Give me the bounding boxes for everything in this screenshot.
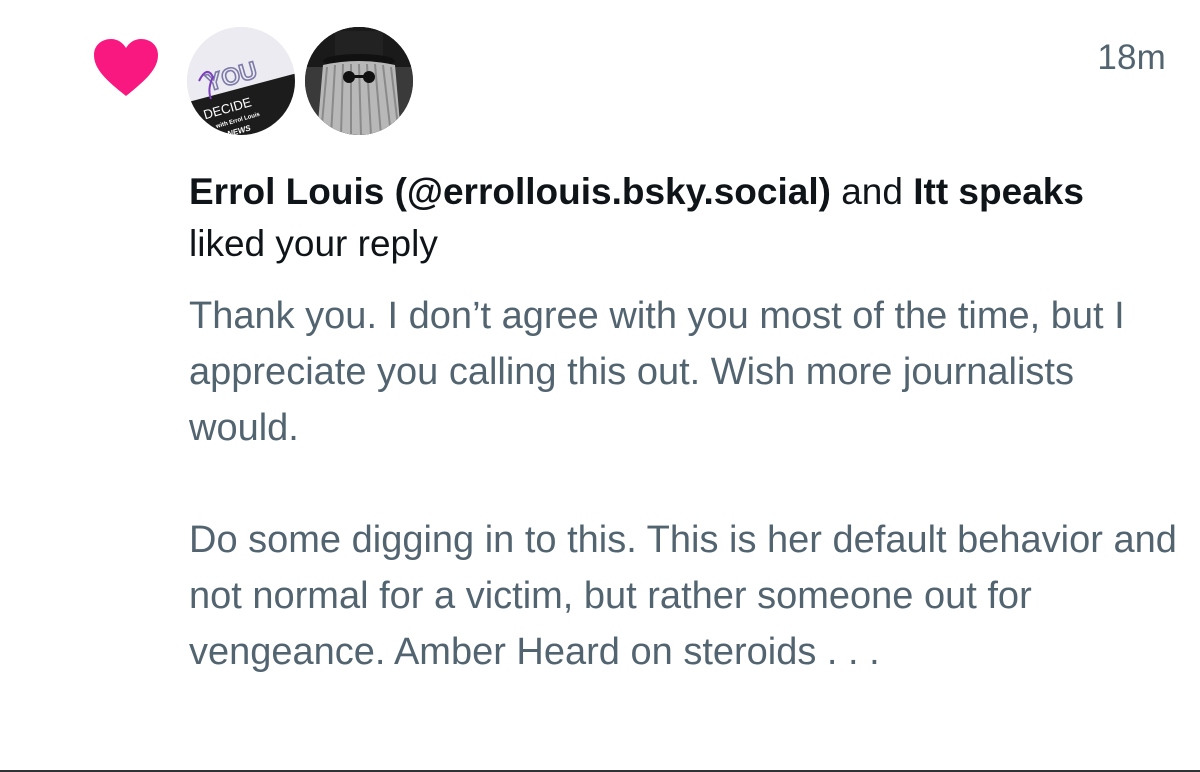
actor-name-errol-louis[interactable]: Errol Louis (@errollouis.bsky.social) bbox=[189, 171, 831, 212]
headline-action: liked your reply bbox=[189, 223, 438, 264]
timestamp: 18m bbox=[1097, 38, 1166, 77]
reply-paragraph-2: Do some digging in to this. This is her … bbox=[189, 519, 1177, 673]
like-notification[interactable]: YOU DECIDE with Errol Louis NEWS 18m Err… bbox=[0, 0, 1200, 772]
you-decide-logo: YOU DECIDE with Errol Louis NEWS bbox=[187, 27, 295, 135]
reply-paragraph-1: Thank you. I don’t agree with you most o… bbox=[189, 295, 1125, 449]
profile-photo bbox=[305, 27, 413, 135]
headline-connector: and bbox=[830, 171, 914, 212]
notification-headline: Errol Louis (@errollouis.bsky.social) an… bbox=[189, 166, 1149, 270]
itt-speaks-avatar[interactable] bbox=[305, 27, 413, 135]
heart-icon bbox=[94, 39, 158, 96]
liked-reply-text[interactable]: Thank you. I don’t agree with you most o… bbox=[189, 288, 1179, 680]
actor-name-itt-speaks[interactable]: Itt speaks bbox=[913, 171, 1084, 212]
you-decide-avatar[interactable]: YOU DECIDE with Errol Louis NEWS bbox=[187, 27, 295, 135]
